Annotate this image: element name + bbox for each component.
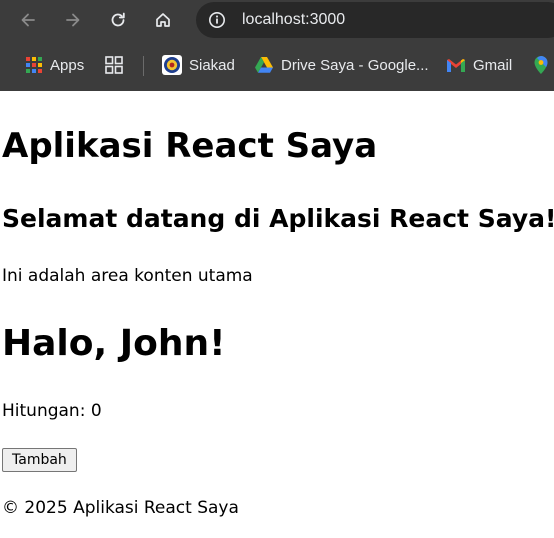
app-title: Aplikasi React Saya (2, 126, 378, 166)
browser-toolbar: localhost:3000 (0, 0, 554, 40)
forward-button[interactable] (58, 5, 88, 35)
bookmark-apps[interactable]: Apps (25, 54, 84, 76)
add-button[interactable]: Tambah (2, 448, 77, 472)
greeting-heading: Halo, John! (2, 323, 226, 364)
back-button[interactable] (13, 5, 43, 35)
arrow-right-icon (66, 13, 80, 27)
counter-display: Hitungan: 0 (2, 401, 102, 421)
tab-grid-icon (104, 55, 124, 75)
main-content-text: Ini adalah area konten utama (2, 266, 253, 286)
bookmark-label: Apps (50, 56, 85, 74)
map-pin-icon (533, 55, 549, 75)
bookmark-gmail[interactable]: Gmail (446, 54, 512, 76)
home-button[interactable] (148, 5, 178, 35)
welcome-heading: Selamat datang di Aplikasi React Saya! (2, 204, 554, 233)
info-icon[interactable] (208, 11, 226, 29)
bookmark-maps[interactable] (533, 54, 554, 76)
arrow-left-icon (21, 13, 35, 27)
browser-chrome: localhost:3000 Apps Siakad Drive Saya - … (0, 0, 554, 91)
google-drive-icon (254, 56, 274, 74)
apps-grid-icon (25, 56, 43, 74)
reload-button[interactable] (103, 5, 133, 35)
bookmark-label: Siakad (189, 56, 235, 74)
bookmarks-bar: Apps Siakad Drive Saya - Google... Gmail (0, 40, 554, 91)
bookmark-google-drive[interactable]: Drive Saya - Google... (254, 54, 429, 76)
university-seal-icon (162, 55, 182, 75)
home-icon (156, 13, 170, 27)
bookmark-label: Drive Saya - Google... (281, 56, 429, 74)
reload-icon (111, 12, 125, 27)
react-app: Aplikasi React Saya Selamat datang di Ap… (0, 91, 554, 538)
footer-text: © 2025 Aplikasi React Saya (2, 498, 239, 518)
tab-groups-button[interactable] (104, 54, 131, 76)
bookmark-siakad[interactable]: Siakad (162, 54, 235, 76)
bookmarks-separator (143, 56, 144, 76)
url-text[interactable]: localhost:3000 (242, 11, 345, 29)
address-bar[interactable]: localhost:3000 (196, 2, 554, 38)
gmail-icon (446, 57, 466, 73)
bookmark-label: Gmail (473, 56, 513, 74)
